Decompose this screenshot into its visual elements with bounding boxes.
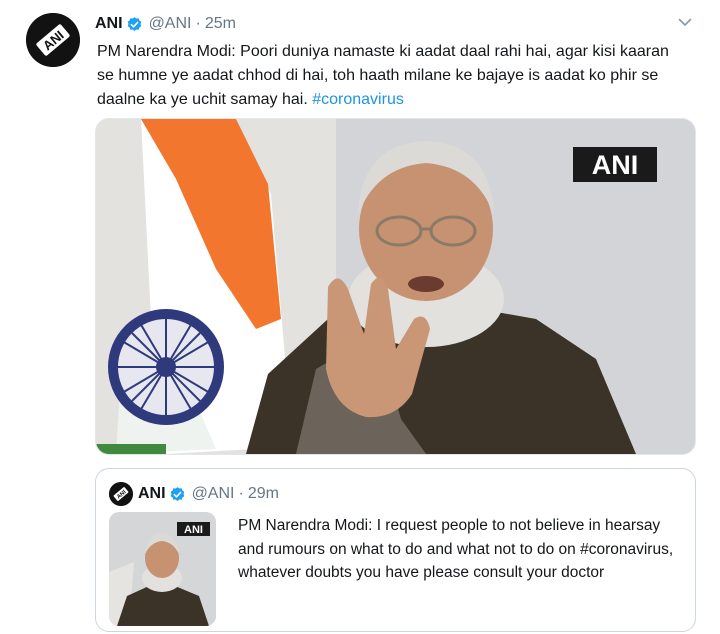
tweet-card[interactable]: ANI ANI @ANI · 25m PM Narendra Modi: Poo… <box>0 0 720 634</box>
author-handle[interactable]: @ANI <box>149 15 192 33</box>
thumb-watermark: ANI <box>184 524 203 536</box>
quoted-tweet-text: PM Narendra Modi: I request people to no… <box>238 517 674 581</box>
verified-badge-icon <box>170 486 184 501</box>
thumbnail-photo: ANI <box>109 512 216 626</box>
hashtag-link[interactable]: #coronavirus <box>312 91 404 108</box>
quoted-timestamp[interactable]: 29m <box>248 485 279 503</box>
tweet-text: PM Narendra Modi: Poori duniya namaste k… <box>97 40 687 112</box>
quoted-ani-avatar[interactable]: ANI <box>109 482 133 506</box>
ani-logo-icon: ANI <box>109 482 133 506</box>
quoted-media-thumbnail[interactable]: ANI <box>109 512 216 626</box>
chevron-down-icon[interactable] <box>676 13 694 31</box>
quoted-author-name[interactable]: ANI <box>138 485 166 503</box>
tweet-timestamp[interactable]: 25m <box>205 15 236 33</box>
media-watermark: ANI <box>592 150 639 180</box>
tweet-media[interactable]: ANI <box>95 118 696 455</box>
quoted-tweet[interactable]: ANI ANI @ANI · 29m ANI PM Narendra Modi:… <box>95 468 696 632</box>
separator-dot: · <box>238 485 244 502</box>
quoted-header: ANI @ANI · 29m <box>138 483 279 505</box>
separator-dot: · <box>195 15 201 32</box>
ani-logo-icon: ANI <box>26 13 80 67</box>
ani-avatar[interactable]: ANI <box>26 13 80 67</box>
tweet-header: ANI @ANI · 25m <box>95 13 236 35</box>
verified-badge-icon <box>127 16 141 31</box>
author-name[interactable]: ANI <box>95 15 123 33</box>
quoted-author-handle[interactable]: @ANI <box>192 485 235 503</box>
speech-photo: ANI <box>96 119 695 454</box>
